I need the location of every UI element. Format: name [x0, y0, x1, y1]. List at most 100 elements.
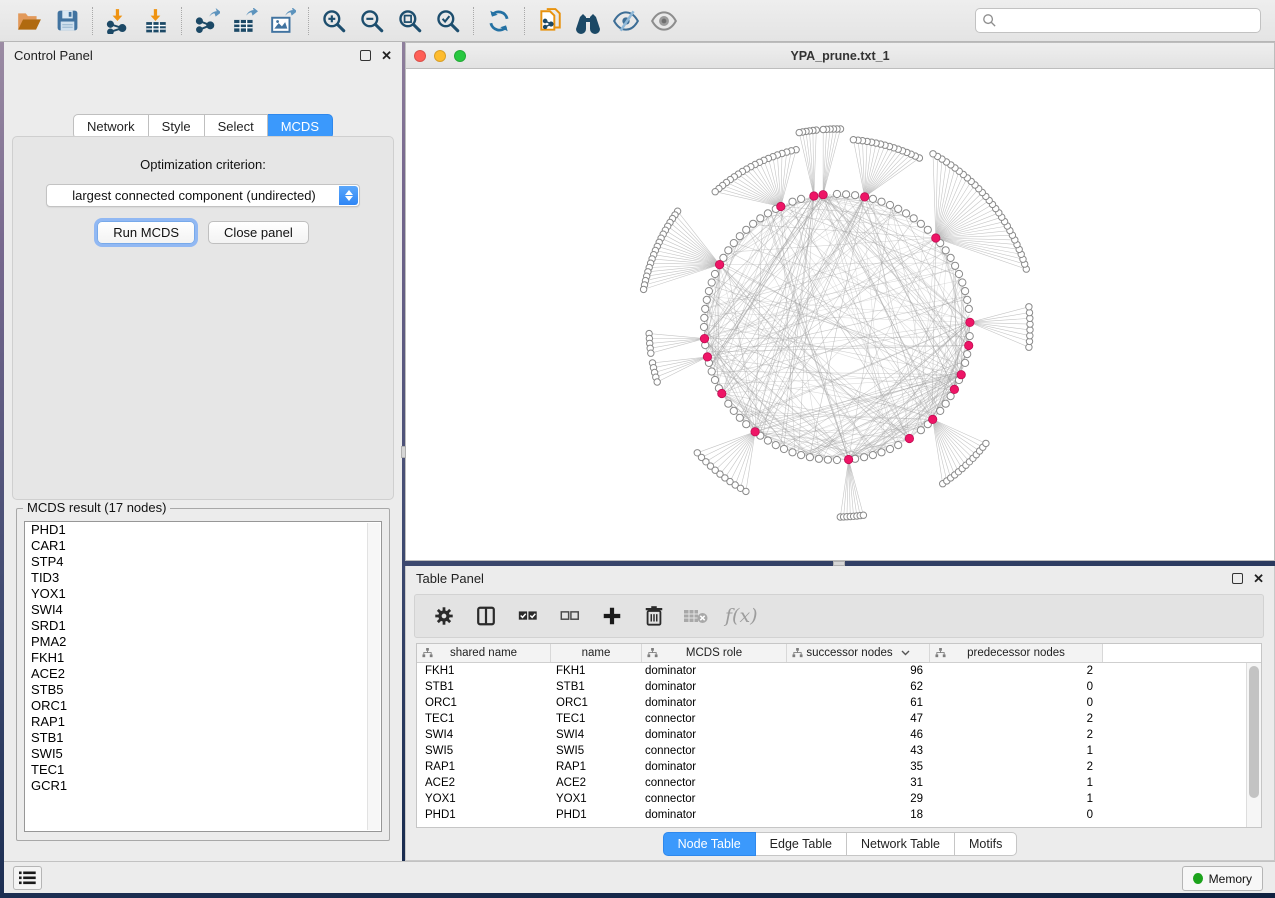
- deselect-all-icon[interactable]: [557, 603, 583, 629]
- graph-node[interactable]: [708, 279, 715, 286]
- graph-hub-node[interactable]: [715, 260, 723, 268]
- save-session-icon[interactable]: [48, 4, 86, 38]
- run-mcds-button[interactable]: Run MCDS: [97, 221, 195, 244]
- mcds-result-item[interactable]: FKH1: [25, 650, 381, 666]
- network-canvas[interactable]: [406, 69, 1274, 560]
- graph-node[interactable]: [895, 205, 902, 212]
- table-row[interactable]: ACE2ACE2connector311: [417, 775, 1261, 791]
- export-table-icon[interactable]: [226, 4, 264, 38]
- mcds-result-item[interactable]: STB5: [25, 682, 381, 698]
- show-graphics-icon[interactable]: [645, 4, 683, 38]
- graph-hub-node[interactable]: [700, 334, 708, 342]
- mcds-result-list[interactable]: PHD1CAR1STP4TID3YOX1SWI4SRD1PMA2FKH1ACE2…: [24, 521, 382, 832]
- graph-node[interactable]: [878, 198, 885, 205]
- mcds-result-item[interactable]: ACE2: [25, 666, 381, 682]
- table-row[interactable]: FKH1FKH1dominator962: [417, 663, 1261, 679]
- column-header-mcds-role[interactable]: MCDS role: [642, 644, 787, 662]
- select-all-icon[interactable]: [515, 603, 541, 629]
- graph-hub-node[interactable]: [751, 428, 759, 436]
- zoom-fit-icon[interactable]: [391, 4, 429, 38]
- graph-node[interactable]: [964, 296, 971, 303]
- table-row[interactable]: ORC1ORC1dominator610: [417, 695, 1261, 711]
- graph-node[interactable]: [820, 126, 826, 132]
- graph-hub-node[interactable]: [929, 415, 937, 423]
- graph-hub-node[interactable]: [718, 389, 726, 397]
- graph-node[interactable]: [924, 226, 931, 233]
- table-row[interactable]: PHD1PHD1dominator180: [417, 807, 1261, 823]
- graph-node[interactable]: [1026, 304, 1032, 310]
- mcds-result-item[interactable]: PHD1: [25, 522, 381, 538]
- mcds-result-item[interactable]: RAP1: [25, 714, 381, 730]
- graph-node[interactable]: [878, 449, 885, 456]
- graph-node[interactable]: [772, 442, 779, 449]
- task-history-button[interactable]: [13, 866, 42, 890]
- graph-hub-node[interactable]: [932, 234, 940, 242]
- graph-node[interactable]: [743, 421, 750, 428]
- mcds-result-item[interactable]: TEC1: [25, 762, 381, 778]
- open-file-icon[interactable]: [10, 4, 48, 38]
- mcds-result-item[interactable]: SRD1: [25, 618, 381, 634]
- graph-node[interactable]: [725, 247, 732, 254]
- graph-node[interactable]: [850, 137, 856, 143]
- graph-hub-node[interactable]: [777, 202, 785, 210]
- graph-node[interactable]: [711, 270, 718, 277]
- graph-node[interactable]: [937, 407, 944, 414]
- graph-node[interactable]: [962, 359, 969, 366]
- graph-node[interactable]: [743, 488, 749, 494]
- vertical-splitter-handle[interactable]: [401, 446, 406, 458]
- table-row[interactable]: SWI4SWI4dominator462: [417, 727, 1261, 743]
- settings-gear-icon[interactable]: [431, 603, 457, 629]
- float-panel-icon[interactable]: [360, 50, 371, 61]
- mcds-result-item[interactable]: ORC1: [25, 698, 381, 714]
- export-network-icon[interactable]: [188, 4, 226, 38]
- graph-node[interactable]: [736, 233, 743, 240]
- graph-node[interactable]: [861, 454, 868, 461]
- graph-node[interactable]: [824, 456, 831, 463]
- graph-node[interactable]: [895, 442, 902, 449]
- graph-node[interactable]: [703, 296, 710, 303]
- mcds-result-item[interactable]: STP4: [25, 554, 381, 570]
- graph-node[interactable]: [930, 151, 936, 157]
- graph-node[interactable]: [743, 226, 750, 233]
- table-row[interactable]: YOX1YOX1connector291: [417, 791, 1261, 807]
- mcds-result-item[interactable]: GCR1: [25, 778, 381, 794]
- table-scrollbar[interactable]: [1246, 663, 1261, 827]
- graph-node[interactable]: [903, 210, 910, 217]
- global-search-input[interactable]: [1001, 14, 1254, 28]
- column-header-successor-nodes[interactable]: successor nodes: [787, 644, 930, 662]
- delete-column-icon[interactable]: [641, 603, 667, 629]
- graph-node[interactable]: [750, 220, 757, 227]
- graph-node[interactable]: [730, 407, 737, 414]
- graph-node[interactable]: [708, 368, 715, 375]
- mcds-result-item[interactable]: STB1: [25, 730, 381, 746]
- graph-node[interactable]: [701, 314, 708, 321]
- graph-hub-node[interactable]: [703, 353, 711, 361]
- graph-node[interactable]: [942, 247, 949, 254]
- refresh-icon[interactable]: [480, 4, 518, 38]
- graph-node[interactable]: [705, 288, 712, 295]
- graph-node[interactable]: [757, 215, 764, 222]
- graph-node[interactable]: [711, 376, 718, 383]
- graph-node[interactable]: [962, 288, 969, 295]
- graph-node[interactable]: [798, 452, 805, 459]
- graph-node[interactable]: [789, 198, 796, 205]
- mcds-result-item[interactable]: CAR1: [25, 538, 381, 554]
- graph-hub-node[interactable]: [966, 318, 974, 326]
- mcds-result-item[interactable]: TID3: [25, 570, 381, 586]
- graph-hub-node[interactable]: [950, 385, 958, 393]
- graph-node[interactable]: [959, 279, 966, 286]
- graph-node[interactable]: [869, 195, 876, 202]
- graph-node[interactable]: [833, 456, 840, 463]
- mcds-result-item[interactable]: SWI5: [25, 746, 381, 762]
- graph-node[interactable]: [730, 240, 737, 247]
- graph-node[interactable]: [798, 195, 805, 202]
- graph-hub-node[interactable]: [861, 193, 869, 201]
- close-panel-button[interactable]: Close panel: [208, 221, 309, 244]
- table-scrollbar-thumb[interactable]: [1249, 666, 1259, 798]
- table-row[interactable]: RAP1RAP1dominator352: [417, 759, 1261, 775]
- table-row[interactable]: TEC1TEC1connector472: [417, 711, 1261, 727]
- graph-node[interactable]: [952, 262, 959, 269]
- graph-node[interactable]: [806, 454, 813, 461]
- mcds-list-scrollbar[interactable]: [367, 523, 380, 830]
- column-header-shared-name[interactable]: shared name: [417, 644, 551, 662]
